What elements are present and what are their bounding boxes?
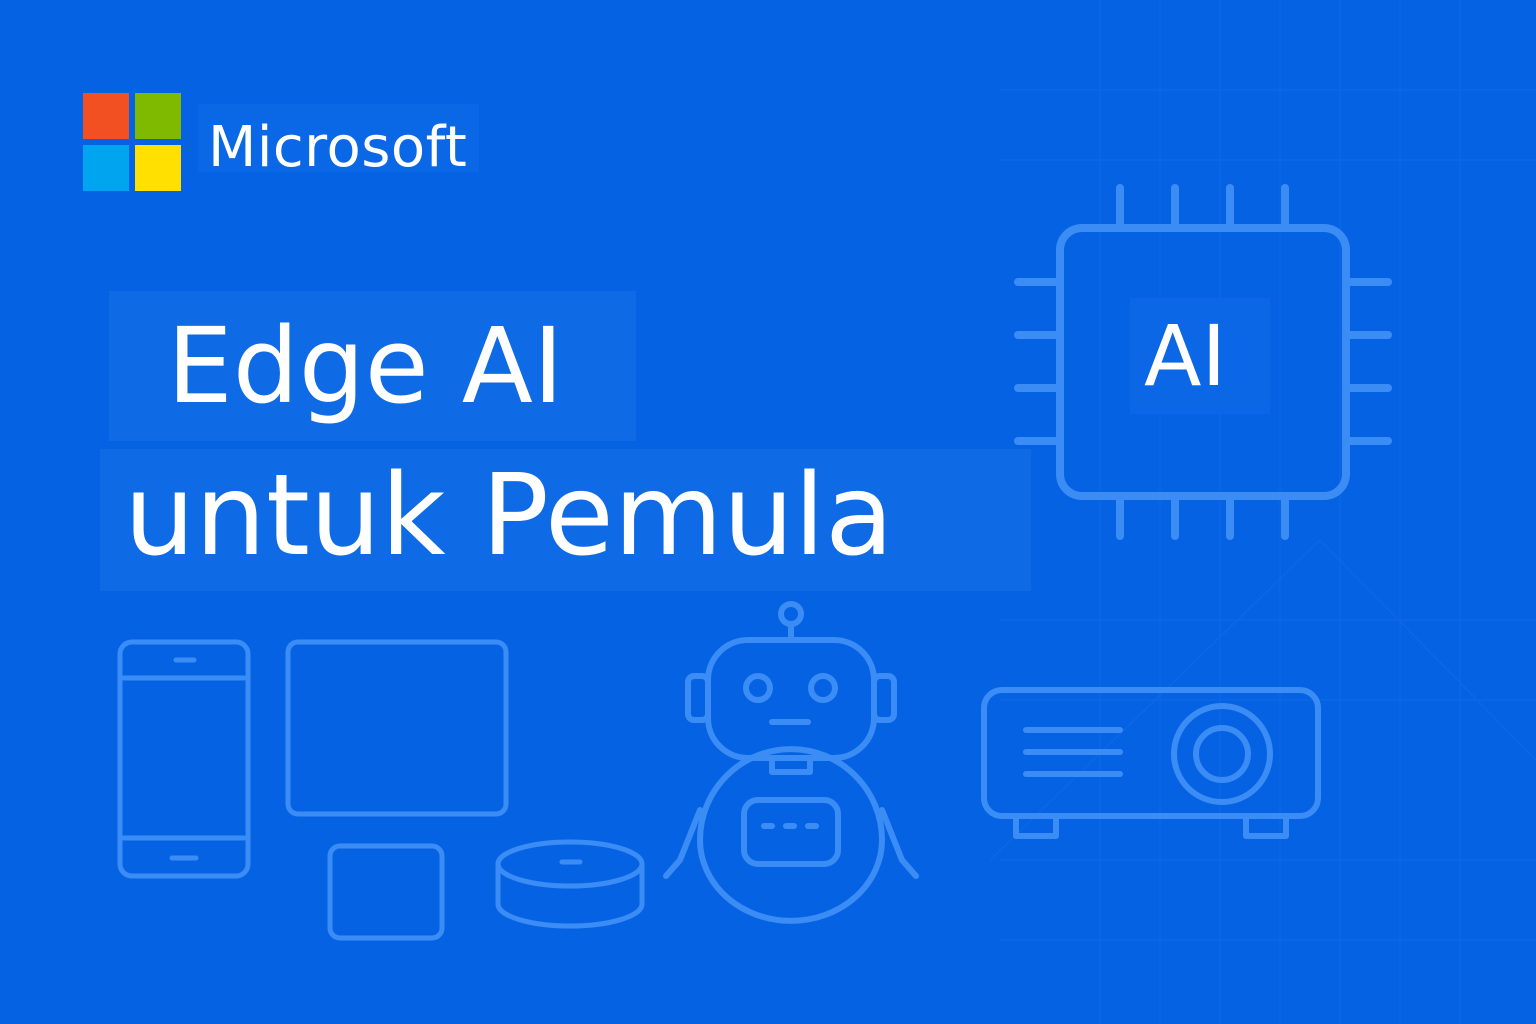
robot-icon <box>663 601 919 924</box>
tablet-icon <box>285 639 509 817</box>
illustration-layer <box>117 184 1392 941</box>
projector-icon <box>981 687 1321 839</box>
phone-icon <box>117 639 251 879</box>
smart-speaker-icon <box>495 839 645 929</box>
small-device-icon <box>327 843 445 941</box>
chip-label: AI <box>1130 298 1270 414</box>
